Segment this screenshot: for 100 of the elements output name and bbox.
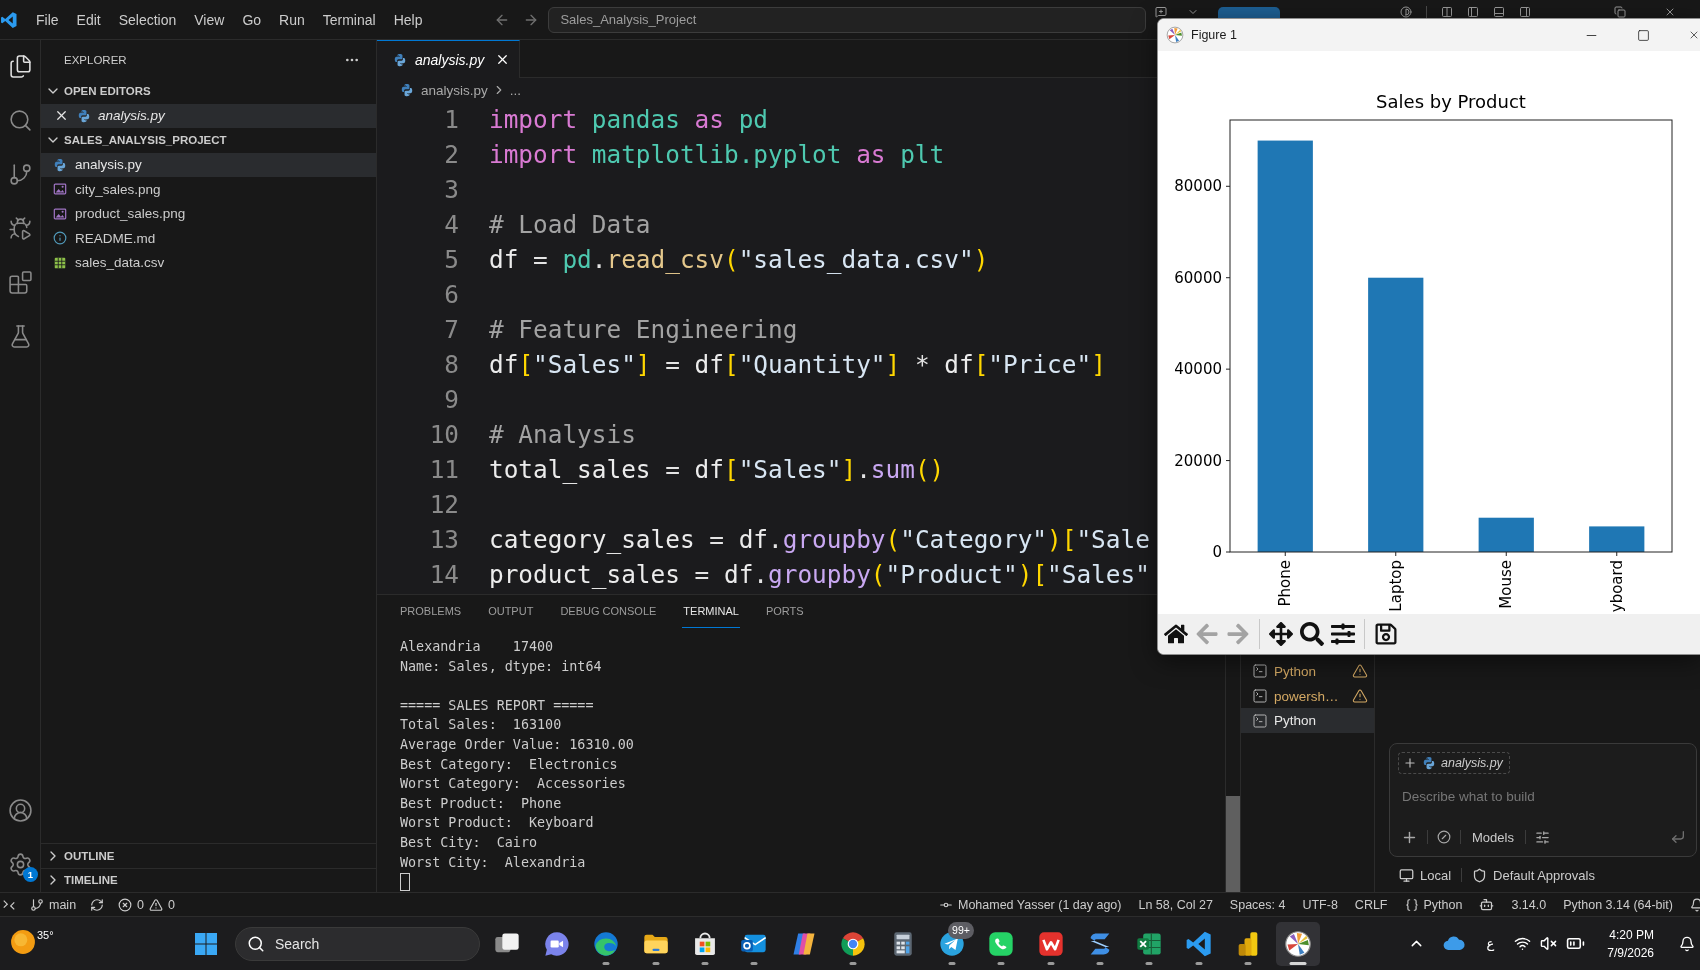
sliders-icon[interactable]	[1534, 829, 1550, 845]
maximize-icon[interactable]	[1637, 28, 1650, 42]
attached-file-chip[interactable]: analysis.py	[1398, 752, 1510, 774]
language-indicator[interactable]: ع	[1486, 936, 1495, 951]
panel-tab[interactable]: OUTPUT	[487, 595, 535, 628]
section-header[interactable]: OPEN EDITORS	[41, 79, 376, 104]
interpreter-button[interactable]: Python 3.14 (64-bit)	[1563, 897, 1673, 912]
panel-tab[interactable]: PORTS	[764, 595, 805, 628]
two-column-icon[interactable]	[1441, 6, 1454, 18]
taskbar-button[interactable]: 99+	[929, 921, 974, 966]
section-header[interactable]: SALES_ANALYSIS_PROJECT	[41, 128, 376, 153]
cloud-icon[interactable]	[1442, 936, 1465, 951]
bell-icon[interactable]	[1679, 935, 1695, 952]
python-file-icon	[400, 83, 414, 97]
tree-item[interactable]: product_sales.png	[41, 201, 376, 226]
problems-button[interactable]: 0 0	[118, 897, 175, 912]
terminal-list-item[interactable]: Python	[1241, 708, 1374, 734]
menu-item[interactable]: Run	[270, 8, 314, 31]
remote-icon[interactable]	[2, 897, 16, 912]
terminal-list-item[interactable]: Python	[1241, 659, 1374, 684]
line-number: 11	[428, 454, 459, 486]
blocks-icon[interactable]	[7, 269, 33, 295]
panel-bottom-icon[interactable]	[1493, 6, 1506, 18]
ribbon-logo-icon[interactable]	[0, 10, 18, 29]
approvals-button[interactable]: Default Approvals	[1472, 867, 1595, 883]
panel-right-icon[interactable]	[1519, 6, 1532, 18]
close-icon[interactable]	[1688, 29, 1700, 41]
open-editor-item[interactable]: analysis.py	[41, 103, 376, 128]
search-field[interactable]: Search	[235, 926, 480, 961]
panel-tab[interactable]: TERMINAL	[682, 595, 740, 628]
tree-item[interactable]: analysis.py	[41, 152, 376, 177]
models-button[interactable]: Models	[1470, 829, 1516, 845]
bot-icon[interactable]	[1479, 897, 1495, 912]
panel-tab[interactable]: DEBUG CONSOLE	[559, 595, 658, 628]
blame-button[interactable]: Mohamed Yasser (1 day ago)	[938, 897, 1122, 912]
taskbar-button[interactable]	[1275, 921, 1320, 966]
image-file-icon	[53, 182, 67, 197]
half-circle-icon[interactable]	[1400, 6, 1413, 18]
terminal-line: Best City: Cairo	[400, 833, 538, 852]
terminal-icon	[1252, 663, 1268, 680]
line-ending-button[interactable]: CRLF	[1354, 897, 1388, 912]
terminal-icon	[1252, 688, 1268, 705]
panel-left-icon[interactable]	[1467, 6, 1480, 18]
braces-icon	[1404, 897, 1419, 912]
slashed-circle-icon[interactable]	[1437, 830, 1451, 845]
menu-item[interactable]: File	[27, 8, 68, 31]
tree-item[interactable]: city_sales.png	[41, 177, 376, 202]
python-file-icon	[76, 108, 91, 123]
menu-item[interactable]: Selection	[109, 8, 186, 31]
menu-item[interactable]: View	[185, 8, 234, 31]
save-icon[interactable]	[1374, 622, 1398, 646]
prompt-field[interactable]: Describe what to build	[1398, 786, 1686, 807]
settings-icon[interactable]	[7, 851, 33, 877]
home-icon[interactable]	[1164, 622, 1188, 646]
section-header[interactable]: OUTLINE	[41, 843, 376, 868]
code-line: product_sales = df.groupby("Product")["Sales"	[489, 559, 1150, 591]
files-icon[interactable]	[7, 53, 33, 79]
language-button[interactable]: Python	[1404, 897, 1463, 912]
ribbon-logo-icon	[1184, 929, 1213, 958]
branch-button[interactable]: main	[30, 897, 77, 912]
location-button[interactable]: Local	[1399, 867, 1452, 883]
encoding-button[interactable]: UTF-8	[1302, 897, 1338, 912]
menu-item[interactable]: Edit	[67, 8, 110, 31]
muted-speaker-icon[interactable]	[1540, 935, 1558, 952]
account-icon[interactable]	[7, 797, 33, 823]
title-bar-button[interactable]	[1218, 7, 1281, 18]
search-icon[interactable]	[7, 107, 33, 133]
breadcrumb-item[interactable]: ...	[509, 82, 522, 98]
y-tick-label: 0	[1212, 543, 1222, 561]
editor-tab[interactable]: analysis.py	[377, 40, 521, 78]
restore-window-icon[interactable]	[1614, 6, 1627, 18]
four-squares-logo-icon	[194, 931, 218, 956]
terminal-list-item[interactable]: powersh…	[1241, 683, 1374, 709]
line-number: 5	[443, 244, 459, 276]
weather-button[interactable]: 35°	[10, 923, 62, 964]
zoom-icon[interactable]	[1300, 622, 1324, 646]
branch-icon[interactable]	[7, 161, 33, 187]
wifi-icon[interactable]	[1514, 935, 1532, 952]
menu-item[interactable]: Terminal	[313, 8, 385, 31]
warning-icon	[1352, 663, 1368, 680]
scrollbar-thumb[interactable]	[1226, 796, 1240, 892]
enter-icon[interactable]	[1670, 829, 1686, 846]
sync-icon[interactable]	[90, 897, 105, 912]
panel-tab[interactable]: PROBLEMS	[399, 595, 463, 628]
tree-item[interactable]: sales_data.csv	[41, 250, 376, 275]
chat-plus-icon[interactable]	[1155, 6, 1168, 18]
play-bug-icon[interactable]	[7, 215, 33, 241]
version-button[interactable]: 3.14.0	[1511, 897, 1547, 912]
bell-icon[interactable]	[1690, 897, 1700, 912]
breadcrumb-item[interactable]: analysis.py	[400, 82, 488, 98]
move-arrows-icon[interactable]	[1269, 622, 1293, 646]
command-center[interactable]: Sales_Analysis_Project	[548, 6, 1147, 33]
menu-item[interactable]: Go	[233, 8, 271, 31]
image-file-icon	[53, 206, 67, 221]
indentation-button[interactable]: Spaces: 4	[1229, 897, 1286, 912]
cursor-position-button[interactable]: Ln 58, Col 27	[1138, 897, 1213, 912]
sliders-icon[interactable]	[1331, 622, 1355, 646]
plus-icon	[1403, 755, 1417, 770]
tree-item[interactable]: README.md	[41, 226, 376, 251]
menu-item[interactable]: Help	[384, 8, 432, 31]
